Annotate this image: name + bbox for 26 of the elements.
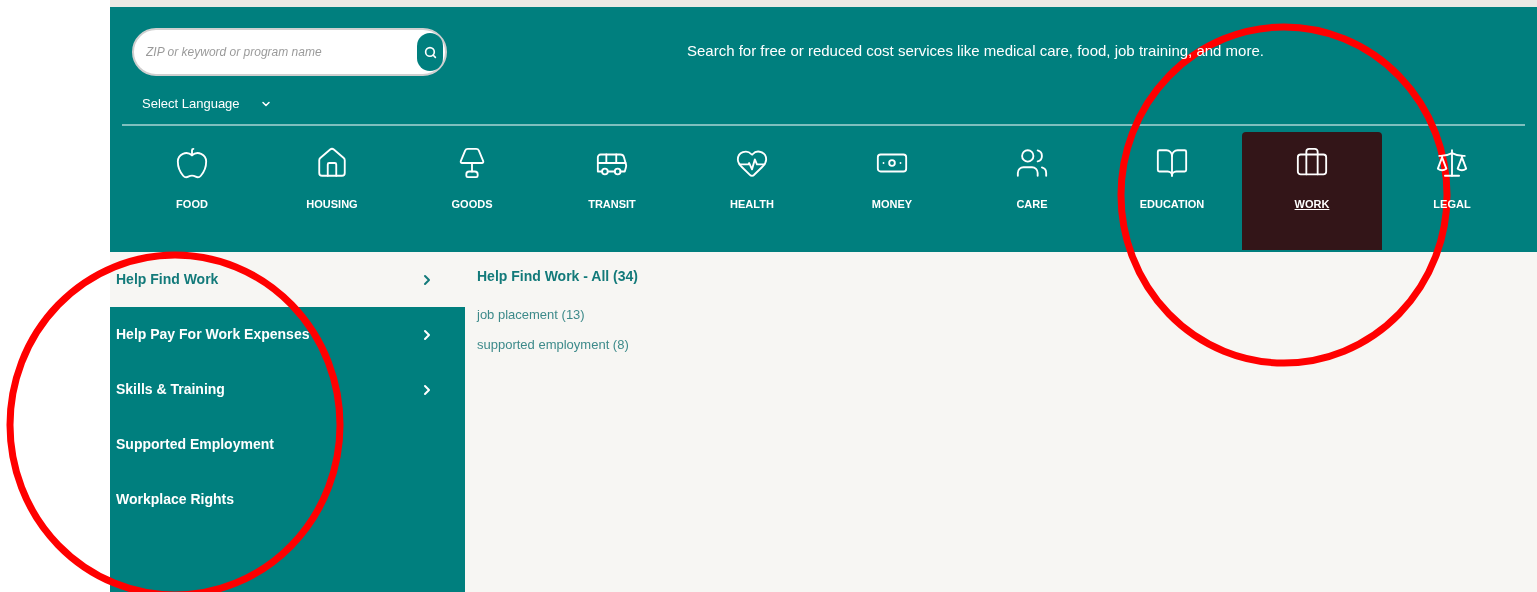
- language-select[interactable]: Select Language: [142, 94, 447, 114]
- apple-icon: [175, 146, 209, 180]
- scales-icon: [1435, 146, 1469, 180]
- category-tab[interactable]: MONEY: [822, 132, 962, 250]
- category-tab[interactable]: FOOD: [122, 132, 262, 250]
- people-icon: [1015, 146, 1049, 180]
- sidebar-item[interactable]: Workplace Rights: [110, 472, 465, 527]
- sidebar-item[interactable]: Help Find Work: [110, 252, 465, 307]
- search-button[interactable]: [417, 33, 443, 71]
- sidebar-item[interactable]: Supported Employment: [110, 417, 465, 472]
- category-tab[interactable]: TRANSIT: [542, 132, 682, 250]
- search-field[interactable]: ZIP or keyword or program name: [146, 43, 417, 61]
- subcategory-link[interactable]: job placement (13): [477, 305, 638, 325]
- category-tab[interactable]: HEALTH: [682, 132, 822, 250]
- category-tab[interactable]: HOUSING: [262, 132, 402, 250]
- search-icon: [423, 45, 437, 59]
- sidebar-item[interactable]: Help Pay For Work Expenses: [110, 307, 465, 362]
- category-tab[interactable]: WORK: [1242, 132, 1382, 250]
- search-bar[interactable]: ZIP or keyword or program name: [132, 28, 447, 76]
- category-tab[interactable]: CARE: [962, 132, 1102, 250]
- sidebar-item[interactable]: Skills & Training: [110, 362, 465, 417]
- content-heading: Help Find Work - All (34): [477, 267, 638, 286]
- subcategory-link[interactable]: supported employment (8): [477, 334, 638, 354]
- house-icon: [315, 146, 349, 180]
- category-tab[interactable]: EDUCATION: [1102, 132, 1242, 250]
- category-tab[interactable]: GOODS: [402, 132, 542, 250]
